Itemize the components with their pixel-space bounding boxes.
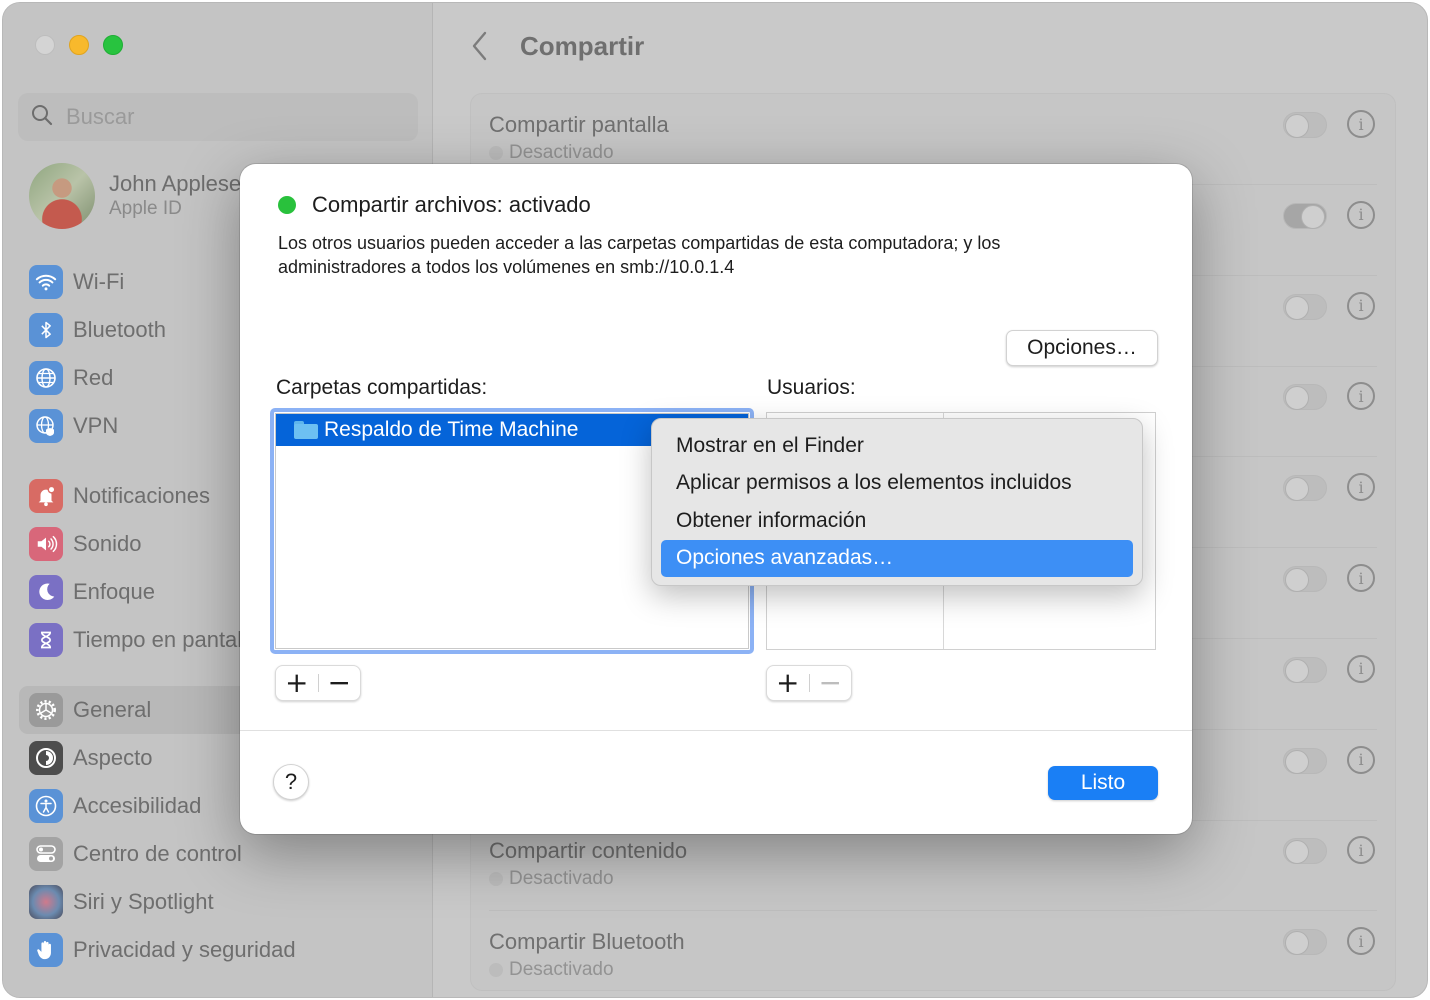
service-toggle[interactable] [1283, 747, 1327, 774]
status-text: Compartir archivos: activado [312, 192, 591, 217]
info-icon[interactable]: i [1347, 473, 1375, 502]
service-status: Desactivado [489, 142, 614, 164]
sharing-service-row[interactable]: Compartir contenido Desactivado i [489, 820, 1377, 912]
service-toggle[interactable] [1283, 293, 1327, 320]
menu-item-apply-permissions[interactable]: Aplicar permisos a los elementos incluid… [661, 465, 1133, 503]
sidebar-item-label: Accesibilidad [73, 793, 202, 818]
moon-icon [29, 575, 63, 609]
accessibility-icon [29, 789, 63, 823]
sidebar-item-label: Sonido [73, 531, 142, 556]
appearance-icon [29, 741, 63, 775]
sidebar-item-centro-de-control[interactable]: Centro de control [3, 830, 433, 878]
info-icon[interactable]: i [1347, 564, 1375, 592]
sidebar-item-label: Centro de control [73, 841, 242, 866]
sidebar-item-label: Red [73, 365, 114, 390]
status-dot-icon [489, 872, 503, 887]
info-icon[interactable]: i [1347, 745, 1375, 774]
service-toggle[interactable] [1283, 202, 1327, 229]
search-input[interactable] [66, 104, 386, 130]
sidebar-item-label: Enfoque [73, 579, 155, 604]
service-toggle[interactable] [1283, 112, 1327, 138]
options-button[interactable]: Opciones… [1006, 330, 1158, 366]
sidebar-item-siri-y-spotlight[interactable]: Siri y Spotlight [3, 878, 433, 926]
remove-folder-button[interactable]: − [318, 666, 360, 700]
globe-icon [29, 361, 63, 395]
search-field[interactable] [18, 93, 418, 141]
control-center-icon [29, 837, 63, 871]
menu-item-advanced-options[interactable]: Opciones avanzadas… [661, 539, 1133, 577]
shared-folders-label: Carpetas compartidas: [276, 376, 488, 399]
service-toggle[interactable] [1283, 656, 1327, 683]
service-title: Compartir contenido [489, 838, 688, 864]
service-title: Compartir pantalla [489, 112, 669, 137]
info-icon[interactable]: i [1347, 836, 1375, 865]
service-toggle[interactable] [1283, 475, 1327, 502]
service-toggle[interactable] [1283, 929, 1327, 956]
gear-icon [29, 693, 63, 727]
service-status-text: Desactivado [509, 868, 614, 890]
page-title: Compartir [520, 31, 645, 61]
bell-icon [29, 479, 63, 513]
users-add-remove-control: + − [766, 665, 852, 701]
maximize-window-button[interactable] [103, 35, 123, 55]
menu-item-show-in-finder[interactable]: Mostrar en el Finder [661, 427, 1133, 465]
speaker-icon [29, 527, 63, 561]
folders-add-remove-control: + − [275, 665, 361, 701]
info-icon[interactable]: i [1347, 291, 1375, 320]
info-icon[interactable]: i [1347, 200, 1375, 229]
sidebar-item-label: Tiempo en pantalla [73, 627, 260, 652]
menu-item-get-info[interactable]: Obtener información [661, 502, 1133, 540]
bluetooth-icon [29, 313, 63, 347]
status-indicator-icon [278, 196, 296, 214]
sharing-service-row[interactable]: Compartir Bluetooth Desactivado i [489, 911, 1377, 997]
sidebar-item-privacidad-y-seguridad[interactable]: Privacidad y seguridad [3, 926, 433, 974]
sidebar-item-label: Privacidad y seguridad [73, 937, 296, 962]
sidebar-item-label: Aspecto [73, 745, 153, 770]
folder-name: Respaldo de Time Machine [324, 418, 579, 441]
info-icon[interactable]: i [1347, 927, 1375, 956]
sidebar-item-label: VPN [73, 413, 119, 438]
sidebar-item-label: Wi-Fi [73, 269, 125, 294]
hand-icon [29, 933, 63, 967]
service-toggle[interactable] [1283, 384, 1327, 411]
sharing-description: Los otros usuarios pueden acceder a las … [278, 233, 1001, 277]
service-toggle[interactable] [1283, 838, 1327, 865]
search-icon [30, 103, 54, 132]
info-icon[interactable]: i [1347, 654, 1375, 683]
footer-divider [240, 730, 1192, 731]
wifi-icon [29, 265, 63, 299]
service-status: Desactivado [489, 959, 614, 981]
users-label: Usuarios: [767, 376, 856, 399]
hourglass-icon [29, 623, 63, 657]
vpn-globe-shield-icon [29, 409, 63, 443]
done-button[interactable]: Listo [1048, 766, 1158, 800]
add-user-button[interactable]: + [767, 666, 809, 700]
folder-context-menu: Mostrar en el Finder Aplicar permisos a … [651, 418, 1143, 586]
help-button[interactable]: ? [273, 764, 309, 800]
sidebar-item-label: Siri y Spotlight [73, 889, 214, 914]
add-folder-button[interactable]: + [276, 666, 318, 700]
service-status: Desactivado [489, 868, 614, 890]
service-status-text: Desactivado [509, 959, 614, 981]
file-sharing-status: Compartir archivos: activado [278, 192, 591, 218]
status-dot-icon [489, 146, 503, 160]
service-status-text: Desactivado [509, 142, 614, 163]
remove-user-button[interactable]: − [809, 666, 851, 700]
service-toggle[interactable] [1283, 566, 1327, 592]
service-title: Compartir Bluetooth [489, 929, 685, 955]
sidebar-item-label: General [73, 697, 152, 722]
apple-id-profile[interactable]: John Appleseed Apple ID [29, 163, 266, 229]
info-icon[interactable]: i [1347, 110, 1375, 138]
info-icon[interactable]: i [1347, 382, 1375, 411]
back-button[interactable] [468, 29, 492, 63]
siri-icon [29, 885, 63, 919]
status-dot-icon [489, 963, 503, 978]
window-controls [35, 35, 123, 55]
avatar [29, 163, 95, 229]
folder-icon [294, 421, 318, 439]
sidebar-item-label: Bluetooth [73, 317, 166, 342]
sidebar-item-label: Notificaciones [73, 483, 210, 508]
close-window-button[interactable] [35, 35, 55, 55]
minimize-window-button[interactable] [69, 35, 89, 55]
